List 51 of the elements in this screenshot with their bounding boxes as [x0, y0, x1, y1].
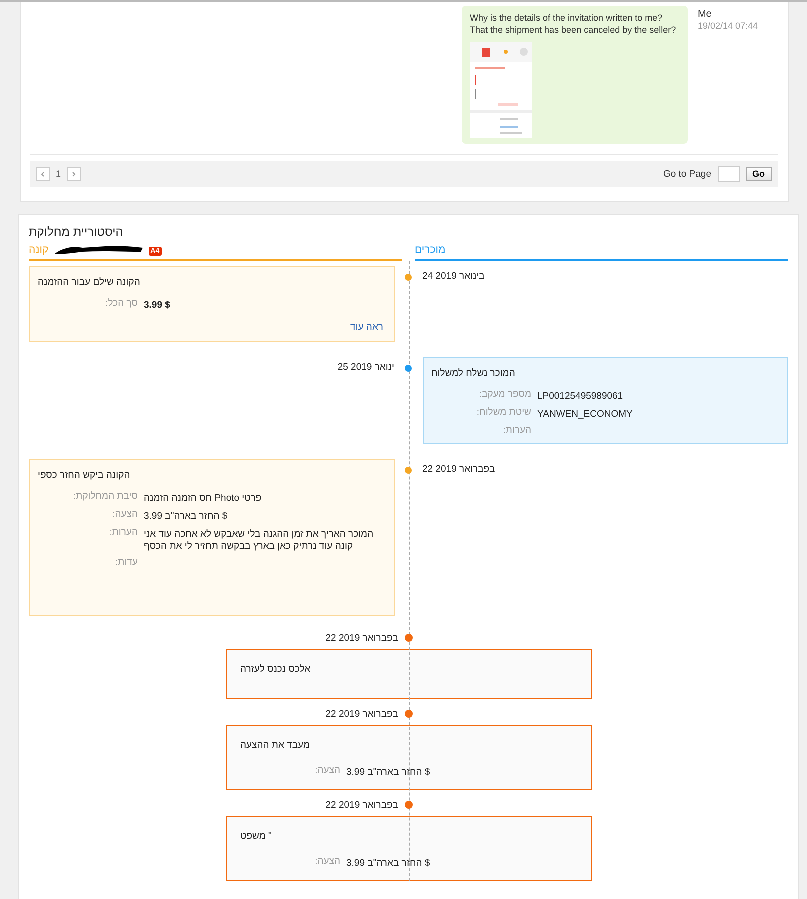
dispute-title: היסטוריית מחלוקת — [29, 225, 124, 239]
message-time: 19/02/14 07:44 — [698, 21, 758, 31]
field-label: הערות: — [502, 425, 532, 437]
event-title: " משפט — [240, 831, 273, 842]
previous-page-button[interactable] — [36, 167, 50, 181]
message-author: Me — [698, 9, 713, 20]
field-label: הערות: — [108, 527, 138, 539]
timeline-dot — [404, 710, 412, 718]
event-title: הקונה שילם עבור ההזמנה — [38, 277, 142, 288]
seller-label: מוכרים — [415, 244, 446, 256]
field-label: הצעה: — [314, 765, 340, 777]
field-label: הצעה: — [112, 509, 138, 521]
event-title: הקונה ביקש החזר כספי — [38, 470, 132, 481]
page-number[interactable]: 1 — [56, 169, 62, 179]
field-value: $ החזר בארה"ב 3.99 — [346, 858, 432, 870]
see-more-link[interactable]: ראה עוד — [350, 322, 384, 333]
timeline-dot — [404, 801, 412, 809]
message-text: Why is the details of the invitation written to me? That the shipment has been canceled by the seller? — [470, 12, 678, 36]
field-label: מספר מעקב: — [478, 389, 532, 401]
timeline-dot — [405, 365, 412, 372]
field-label: עדות: — [114, 557, 138, 569]
event-title: אלכס נכנס לעזרה — [240, 664, 312, 675]
field-value: פרטי Photo חס הזמנה הזמנה — [144, 493, 263, 505]
chevron-right-icon — [72, 172, 76, 176]
field-label: הצעה: — [314, 856, 340, 868]
event-date: בפברואר 2019 22 — [326, 800, 398, 810]
event-date: בפברואר 2019 22 — [326, 632, 398, 644]
go-button[interactable]: Go — [746, 167, 772, 181]
field-value: $ החזר בארה"ב 3.99 — [144, 511, 229, 523]
field-label: סך הכל: — [104, 298, 138, 310]
field-value: $ החזר בארה"ב 3.99 — [346, 767, 432, 779]
chevron-left-icon — [41, 172, 45, 176]
event-date: בפברואר 2019 22 — [326, 708, 398, 720]
field-label: שיטת משלוח: — [476, 407, 532, 419]
go-to-page-label: Go to Page — [663, 168, 712, 180]
timeline-dot — [404, 634, 412, 642]
event-date: בינואר 2019 24 — [422, 271, 485, 282]
buyer-label: קונה — [29, 244, 49, 256]
event-title: מעבד את ההצעה — [240, 740, 311, 751]
field-value: LP00125495989061 — [538, 391, 624, 403]
event-date: בפברואר 2019 22 — [422, 464, 496, 475]
next-page-button[interactable] — [67, 167, 82, 181]
field-label: סיבת המחלוקת: — [72, 491, 138, 503]
event-title: המוכר נשלח למשלוח — [432, 368, 516, 379]
page-input[interactable] — [718, 166, 740, 182]
field-value: המוכר האריך את זמן ההגנה בלי שאבקש לא אחכה עוד אני קונה עוד נרתיק כאן בארץ בבקשה תחזיר לי את הכסף — [144, 529, 374, 553]
timeline-dot — [405, 467, 412, 474]
event-date: ינואר 2019 25 — [338, 362, 394, 373]
field-value: $ 3.99 — [144, 300, 172, 312]
timeline-dot — [405, 274, 412, 281]
field-value: YANWEN_ECONOMY — [538, 409, 634, 421]
